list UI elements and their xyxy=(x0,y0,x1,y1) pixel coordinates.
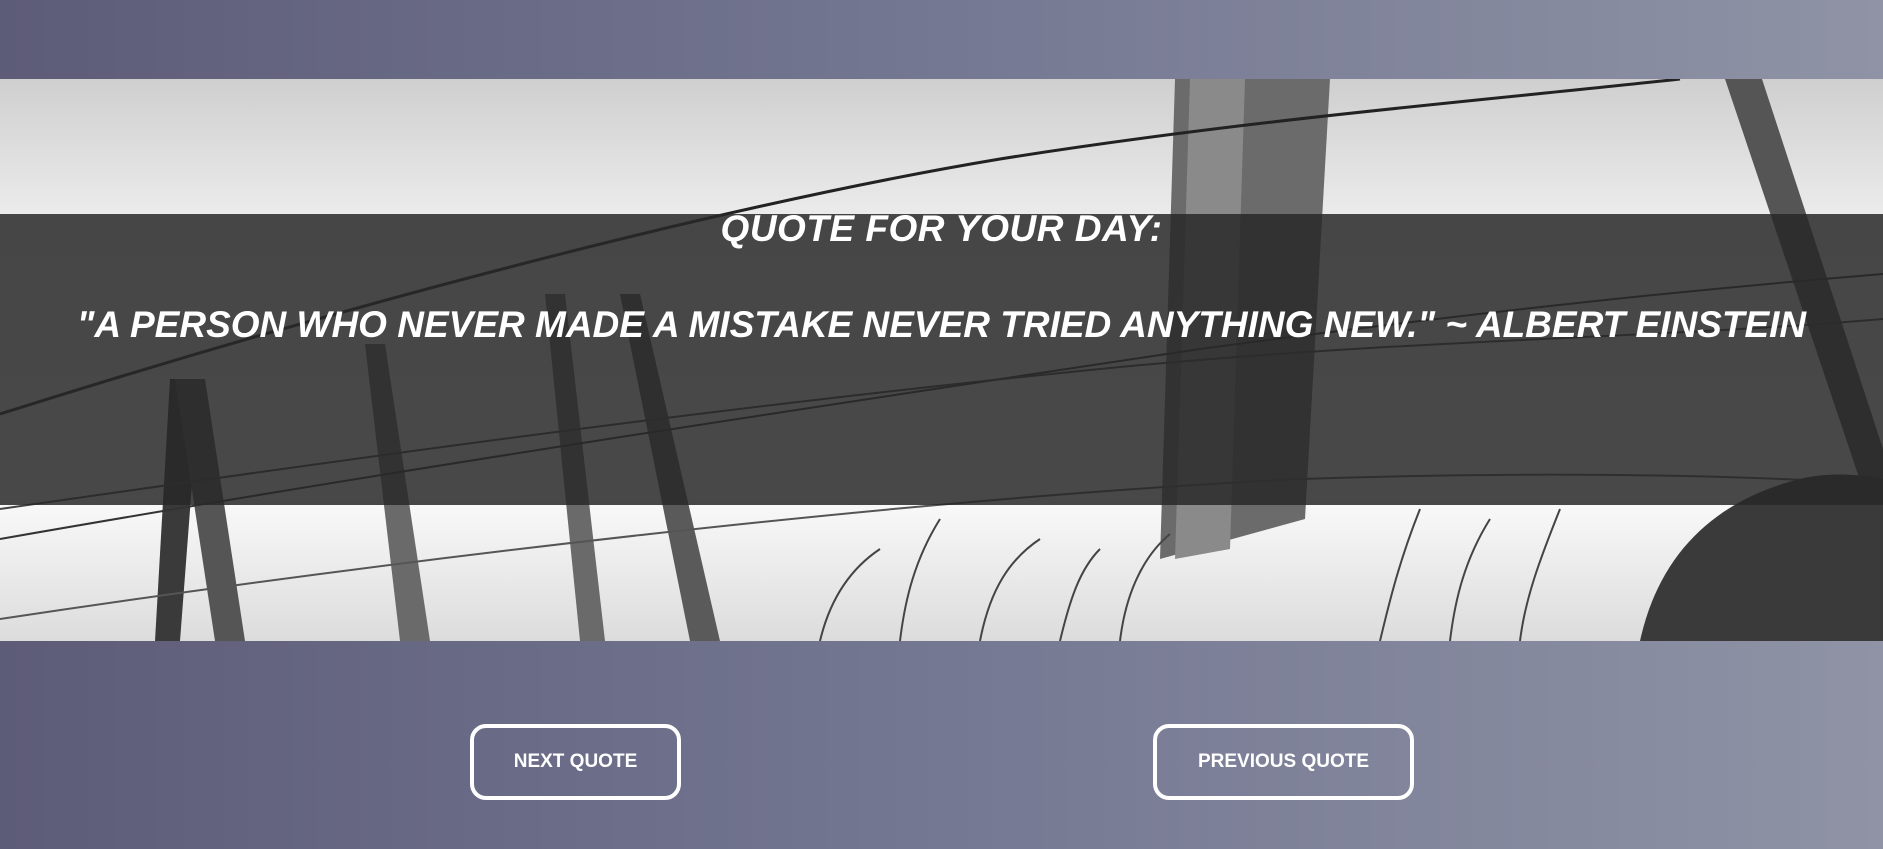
quote-overlay-band xyxy=(0,214,1883,505)
next-quote-button[interactable]: NEXT QUOTE xyxy=(470,724,681,800)
hero-section xyxy=(0,79,1883,641)
quote-heading: QUOTE FOR YOUR DAY: xyxy=(720,208,1163,249)
quote-text: "A PERSON WHO NEVER MADE A MISTAKE NEVER… xyxy=(76,304,1807,345)
previous-quote-button[interactable]: PREVIOUS QUOTE xyxy=(1153,724,1414,800)
